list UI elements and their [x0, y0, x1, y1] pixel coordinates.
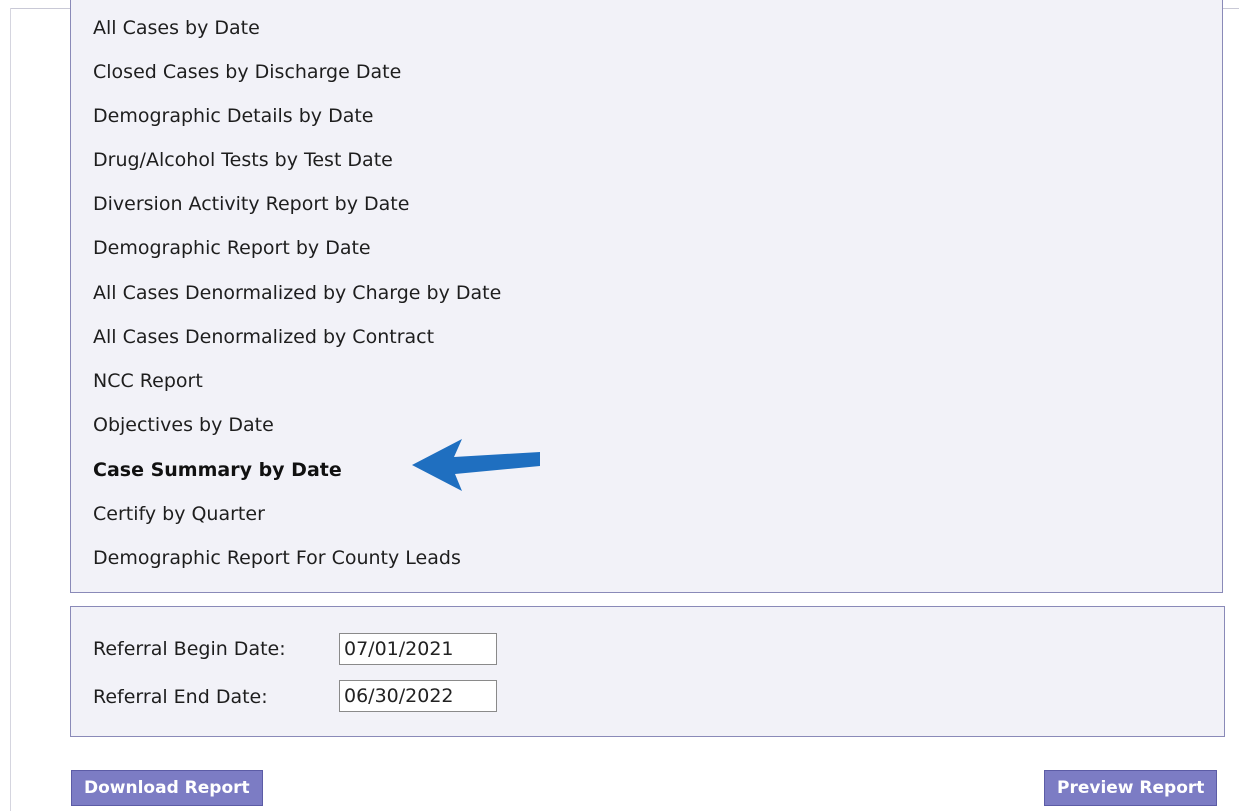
- begin-date-input[interactable]: [339, 633, 497, 665]
- report-item-demographic-report[interactable]: Demographic Report by Date: [93, 237, 371, 259]
- report-item-denormalized-by-charge[interactable]: All Cases Denormalized by Charge by Date: [93, 282, 501, 304]
- frame-left-border: [10, 8, 11, 811]
- report-item-county-leads[interactable]: Demographic Report For County Leads: [93, 547, 461, 569]
- report-item-case-summary-selected[interactable]: Case Summary by Date: [93, 459, 342, 481]
- report-item-drug-alcohol-tests[interactable]: Drug/Alcohol Tests by Test Date: [93, 149, 393, 171]
- arrow-left-icon: [412, 439, 540, 491]
- date-range-panel: Referral Begin Date: Referral End Date:: [70, 606, 1225, 737]
- report-item-objectives[interactable]: Objectives by Date: [93, 414, 274, 436]
- report-item-denormalized-by-contract[interactable]: All Cases Denormalized by Contract: [93, 326, 434, 348]
- report-item-closed-cases[interactable]: Closed Cases by Discharge Date: [93, 61, 401, 83]
- report-item-demographic-details[interactable]: Demographic Details by Date: [93, 105, 374, 127]
- report-item-diversion-activity[interactable]: Diversion Activity Report by Date: [93, 193, 409, 215]
- arrow-shape: [412, 439, 540, 491]
- download-report-button[interactable]: Download Report: [71, 770, 263, 806]
- report-item-certify-by-quarter[interactable]: Certify by Quarter: [93, 503, 265, 525]
- report-list[interactable]: All Cases by Date Closed Cases by Discha…: [70, 0, 1223, 593]
- report-item-all-cases-by-date[interactable]: All Cases by Date: [93, 17, 260, 39]
- report-item-ncc-report[interactable]: NCC Report: [93, 370, 203, 392]
- begin-date-label: Referral Begin Date:: [93, 638, 286, 660]
- end-date-label: Referral End Date:: [93, 686, 268, 708]
- end-date-input[interactable]: [339, 680, 497, 712]
- preview-report-button[interactable]: Preview Report: [1044, 770, 1218, 806]
